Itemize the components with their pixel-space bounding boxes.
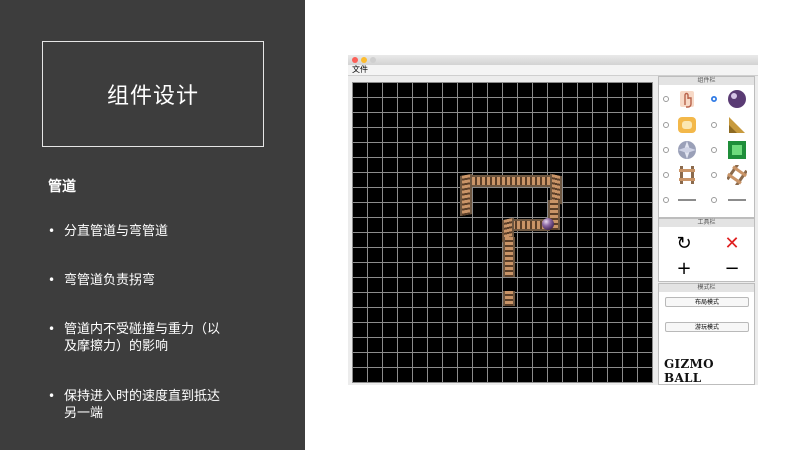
curved-pipe[interactable] — [460, 173, 472, 217]
close-window-button[interactable] — [352, 57, 358, 63]
rotate-icon[interactable]: ↻ — [674, 234, 694, 254]
layout-mode-button[interactable]: 布局模式 — [665, 297, 749, 307]
bullet-dot: • — [48, 389, 56, 403]
game-board[interactable] — [352, 82, 653, 383]
zoom-in-icon[interactable]: + — [674, 259, 694, 279]
play-mode-button[interactable]: 游玩模式 — [665, 322, 749, 332]
bullet-text: 分直管道与弯管道 — [64, 224, 169, 239]
straight-pipe[interactable] — [472, 175, 552, 187]
slide-title: 组件设计 — [106, 84, 199, 109]
square-gem-icon[interactable] — [727, 140, 747, 160]
mode-panel-title: 模式栏 — [659, 284, 754, 292]
tool-panel: 工具栏 ↻ ✕ + − — [658, 218, 755, 282]
bullet-text-line2: 另一端 — [64, 406, 104, 421]
menu-bar: 文件 — [348, 65, 758, 76]
radio-straight-pipe[interactable] — [663, 172, 669, 178]
menu-file[interactable]: 文件 — [352, 65, 368, 75]
component-panel-title: 组件栏 — [659, 77, 754, 85]
straight-pipe-icon[interactable] — [677, 165, 697, 185]
component-panel: 组件栏 — [658, 76, 755, 218]
zoom-window-button[interactable] — [370, 57, 376, 63]
left-flipper-icon[interactable] — [677, 190, 697, 210]
slide-sidebar: 组件设计 管道 • 分直管道与弯管道 • 弯管道负责拐弯 • 管道内不受碰撞与重… — [0, 0, 305, 450]
gizmo-ball-window: 文件 组件栏 工具栏 ↻ ✕ + − 模式栏 布局模式 游玩模式 GIZMO B… — [348, 55, 758, 385]
bullet-item: • 弯管道负责拐弯 — [48, 272, 258, 289]
radio-left-flipper[interactable] — [663, 197, 669, 203]
zoom-out-icon[interactable]: − — [722, 259, 742, 279]
bullet-item: • 管道内不受碰撞与重力（以 及摩擦力）的影响 — [48, 321, 258, 355]
radio-ball[interactable] — [711, 96, 717, 102]
bullet-dot: • — [48, 322, 56, 336]
slide-title-box: 组件设计 — [42, 41, 264, 147]
circle-gem-icon[interactable] — [677, 140, 697, 160]
bullet-item: • 分直管道与弯管道 — [48, 223, 258, 240]
triangle-icon[interactable] — [727, 115, 747, 135]
absorber-icon[interactable] — [677, 115, 697, 135]
bullet-text-line2: 及摩擦力）的影响 — [64, 339, 169, 354]
curved-pipe-icon[interactable] — [726, 163, 748, 187]
radio-curved-pipe[interactable] — [711, 172, 717, 178]
bullet-text: 弯管道负责拐弯 — [64, 273, 156, 288]
radio-absorber[interactable] — [663, 122, 669, 128]
ball-icon[interactable] — [727, 89, 747, 109]
straight-pipe[interactable] — [503, 237, 515, 277]
radio-circle-gem[interactable] — [663, 147, 669, 153]
section-heading: 管道 — [48, 179, 76, 195]
radio-triangle[interactable] — [711, 122, 717, 128]
bullet-text-line1: 管道内不受碰撞与重力（以 — [64, 322, 221, 337]
bullet-dot: • — [48, 224, 56, 238]
bullet-text-line1: 保持进入时的速度直到抵达 — [64, 389, 221, 404]
radio-right-flipper[interactable] — [711, 197, 717, 203]
mode-panel: 模式栏 布局模式 游玩模式 GIZMO BALL — [658, 283, 755, 385]
bullet-item: • 保持进入时的速度直到抵达 另一端 — [48, 388, 258, 422]
right-flipper-icon[interactable] — [727, 190, 747, 210]
window-titlebar[interactable] — [348, 55, 758, 65]
tool-panel-title: 工具栏 — [659, 219, 754, 227]
hand-icon[interactable] — [677, 89, 697, 109]
straight-pipe[interactable] — [503, 291, 515, 306]
ball[interactable] — [542, 218, 554, 230]
gizmo-ball-logo: GIZMO BALL — [664, 357, 714, 385]
delete-icon[interactable]: ✕ — [722, 234, 742, 254]
bullet-dot: • — [48, 273, 56, 287]
radio-square-gem[interactable] — [711, 147, 717, 153]
radio-hand[interactable] — [663, 96, 669, 102]
minimize-window-button[interactable] — [361, 57, 367, 63]
